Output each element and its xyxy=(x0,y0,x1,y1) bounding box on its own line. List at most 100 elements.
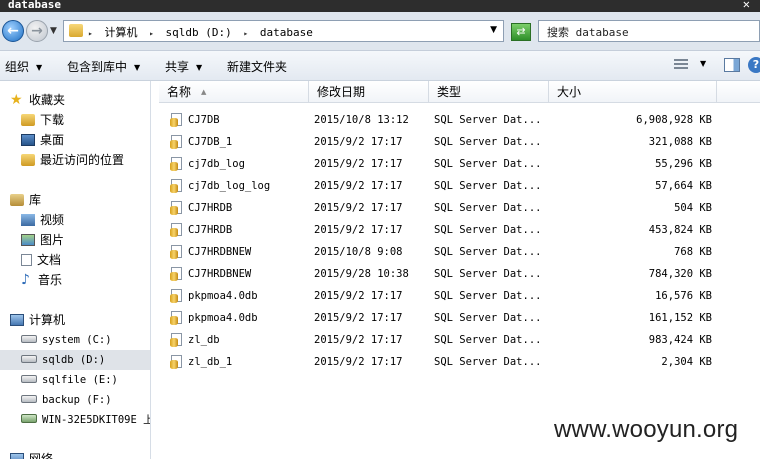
computer-icon xyxy=(10,314,24,326)
file-type: SQL Server Dat... xyxy=(434,268,542,280)
share-button[interactable]: 共享 ▼ xyxy=(165,58,202,75)
table-row[interactable]: pkpmoa4.0db 2015/9/2 17:17 SQL Server Dat.… xyxy=(151,285,760,307)
nav-label: 图片 xyxy=(40,233,65,247)
nav-network-drive[interactable]: WIN-32E5DKIT09E 上 xyxy=(21,410,150,430)
file-date: 2015/9/2 17:17 xyxy=(314,224,403,236)
breadcrumb-separator-icon[interactable]: ▸ xyxy=(88,29,93,38)
arrow-left-icon: ← xyxy=(7,23,19,39)
nav-favorites[interactable]: ★ 收藏夹 xyxy=(10,90,65,110)
table-row[interactable]: cj7db_log_log 2015/9/2 17:17 SQL Server Da… xyxy=(151,175,760,197)
table-row[interactable]: CJ7HRDB 2015/9/2 17:17 SQL Server Dat... 50… xyxy=(151,197,760,219)
address-field[interactable]: ▸ 计算机 ▸ sqldb (D:) ▸ database ▼ xyxy=(63,20,504,42)
file-date: 2015/9/2 17:17 xyxy=(314,312,403,324)
nav-item-pictures[interactable]: 图片 xyxy=(21,230,64,250)
file-type: SQL Server Dat... xyxy=(434,312,542,324)
nav-item-videos[interactable]: 视频 xyxy=(21,210,64,230)
file-name: CJ7DB_1 xyxy=(188,136,233,148)
file-size: 2,304 KB xyxy=(661,356,712,368)
file-name: CJ7HRDB xyxy=(188,202,233,214)
hard-drive-icon xyxy=(21,375,37,383)
forward-button[interactable]: → xyxy=(26,20,48,42)
file-type: SQL Server Dat... xyxy=(434,334,542,346)
file-size: 57,664 KB xyxy=(655,180,712,192)
column-header-size[interactable]: 大小 xyxy=(549,81,717,103)
share-label: 共享 xyxy=(165,60,190,74)
file-type: SQL Server Dat... xyxy=(434,356,542,368)
nav-item-desktop[interactable]: 桌面 xyxy=(21,130,64,150)
file-name: zl_db_1 xyxy=(188,356,233,368)
sql-database-file-icon xyxy=(170,223,184,237)
column-header-name[interactable]: 名称 ▲ xyxy=(159,81,309,103)
nav-item-documents[interactable]: 文档 xyxy=(21,250,61,270)
arrow-right-icon: → xyxy=(31,23,43,39)
breadcrumb-drive[interactable]: sqldb (D:) xyxy=(166,26,232,39)
file-name: CJ7HRDBNEW xyxy=(188,268,252,280)
address-dropdown-icon[interactable]: ▼ xyxy=(490,25,497,35)
title-bar: database ✕ xyxy=(0,0,760,12)
preview-pane-icon[interactable] xyxy=(724,58,740,72)
nav-item-downloads[interactable]: 下载 xyxy=(21,110,64,130)
table-row[interactable]: zl_db 2015/9/2 17:17 SQL Server Dat... 983,… xyxy=(151,329,760,351)
close-icon[interactable]: ✕ xyxy=(743,0,750,10)
file-type: SQL Server Dat... xyxy=(434,136,542,148)
breadcrumb-computer[interactable]: 计算机 xyxy=(104,26,137,39)
nav-item-recent-places[interactable]: 最近访问的位置 xyxy=(21,150,124,170)
table-row[interactable]: cj7db_log 2015/9/2 17:17 SQL Server Dat...… xyxy=(151,153,760,175)
table-row[interactable]: zl_db_1 2015/9/2 17:17 SQL Server Dat... 2,… xyxy=(151,351,760,373)
file-date: 2015/9/2 17:17 xyxy=(314,158,403,170)
file-type: SQL Server Dat... xyxy=(434,224,542,236)
new-folder-label: 新建文件夹 xyxy=(227,60,288,74)
view-dropdown-icon[interactable]: ▼ xyxy=(700,59,706,68)
breadcrumb-folder[interactable]: database xyxy=(260,26,313,39)
breadcrumb-separator-icon[interactable]: ▸ xyxy=(149,29,154,38)
file-size: 768 KB xyxy=(674,246,712,258)
nav-drive-c[interactable]: system (C:) xyxy=(21,330,112,350)
table-row[interactable]: CJ7HRDBNEW 2015/9/28 10:38 SQL Server Dat.… xyxy=(151,263,760,285)
help-icon[interactable]: ? xyxy=(748,57,760,73)
table-row[interactable]: pkpmoa4.0db 2015/9/2 17:17 SQL Server Dat.… xyxy=(151,307,760,329)
sql-database-file-icon xyxy=(170,311,184,325)
column-header-type[interactable]: 类型 xyxy=(429,81,549,103)
column-header-label: 类型 xyxy=(437,85,462,99)
column-header-date[interactable]: 修改日期 xyxy=(309,81,429,103)
nav-label: 计算机 xyxy=(29,313,66,327)
nav-drive-d[interactable]: sqldb (D:) xyxy=(0,350,150,370)
nav-label: 桌面 xyxy=(40,133,65,147)
nav-drive-e[interactable]: sqlfile (E:) xyxy=(21,370,118,390)
breadcrumb-separator-icon[interactable]: ▸ xyxy=(243,29,248,38)
table-row[interactable]: CJ7HRDB 2015/9/2 17:17 SQL Server Dat... 45… xyxy=(151,219,760,241)
refresh-button[interactable]: ⇄ xyxy=(511,23,531,41)
file-size: 784,320 KB xyxy=(648,268,712,280)
search-input[interactable]: 搜索 database xyxy=(538,20,760,42)
nav-item-music[interactable]: ♪ 音乐 xyxy=(21,270,62,290)
back-button[interactable]: ← xyxy=(2,20,24,42)
include-library-button[interactable]: 包含到库中 ▼ xyxy=(67,58,140,75)
file-date: 2015/9/2 17:17 xyxy=(314,180,403,192)
column-header-label: 名称 xyxy=(167,85,192,99)
sql-database-file-icon xyxy=(170,289,184,303)
table-row[interactable]: CJ7DB_1 2015/9/2 17:17 SQL Server Dat... 32… xyxy=(151,131,760,153)
nav-drive-f[interactable]: backup (F:) xyxy=(21,390,112,410)
file-type: SQL Server Dat... xyxy=(434,114,542,126)
table-row[interactable]: CJ7HRDBNEW 2015/10/8 9:08 SQL Server Dat..… xyxy=(151,241,760,263)
file-type: SQL Server Dat... xyxy=(434,180,542,192)
documents-library-icon xyxy=(21,254,32,266)
file-size: 504 KB xyxy=(674,202,712,214)
star-icon: ★ xyxy=(10,92,23,108)
nav-computer[interactable]: 计算机 xyxy=(10,310,65,330)
organize-button[interactable]: 组织 ▼ xyxy=(5,58,42,75)
sql-database-file-icon xyxy=(170,355,184,369)
hard-drive-icon xyxy=(21,395,37,403)
table-row[interactable]: CJ7DB 2015/10/8 13:12 SQL Server Dat... 6,9… xyxy=(151,109,760,131)
history-dropdown-icon[interactable]: ▼ xyxy=(50,26,57,36)
sql-database-file-icon xyxy=(170,135,184,149)
nav-label: 下载 xyxy=(40,113,65,127)
new-folder-button[interactable]: 新建文件夹 xyxy=(227,58,287,75)
view-options-icon[interactable] xyxy=(674,59,688,71)
file-name: cj7db_log_log xyxy=(188,180,271,192)
nav-libraries[interactable]: 库 xyxy=(10,190,41,210)
nav-label: sqldb (D:) xyxy=(42,354,106,366)
sql-database-file-icon xyxy=(170,333,184,347)
nav-network[interactable]: 网络 xyxy=(10,449,53,459)
nav-label: 收藏夹 xyxy=(29,93,66,107)
